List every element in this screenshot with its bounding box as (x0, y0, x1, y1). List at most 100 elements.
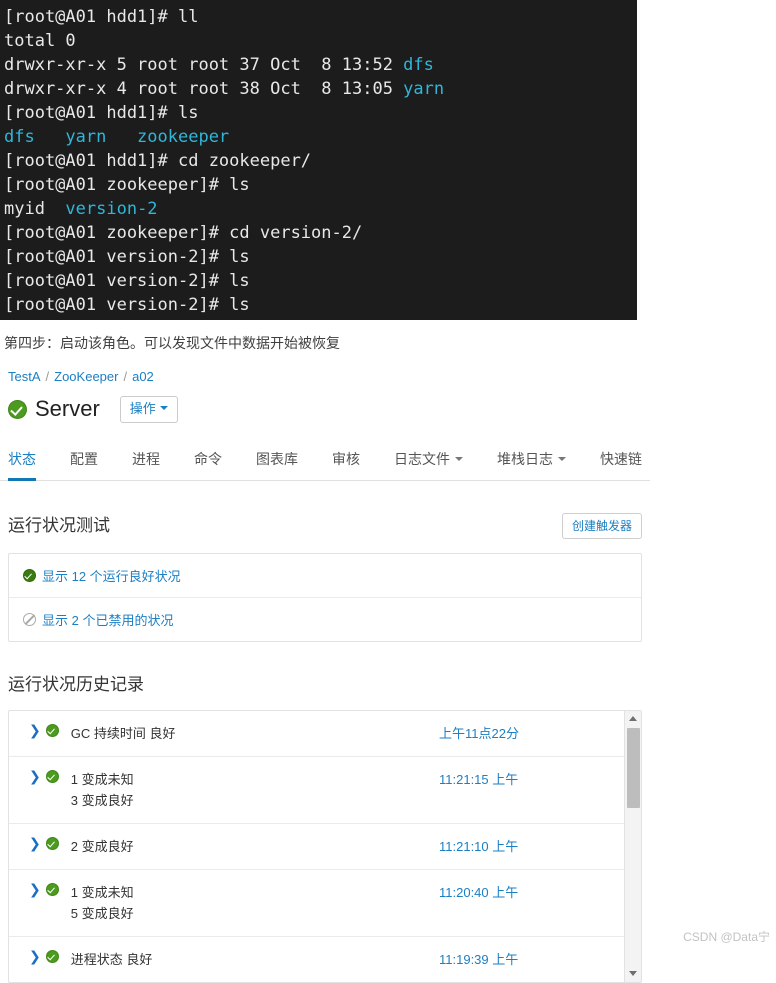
history-event-text: 2 变成良好 (71, 836, 439, 857)
tab-审核[interactable]: 审核 (332, 443, 360, 481)
tab-label: 状态 (8, 451, 36, 467)
history-event-text: 1 变成未知 5 变成良好 (71, 882, 439, 924)
terminal-line: [root@A01 zookeeper]# ls (4, 173, 637, 197)
circle-check-icon (8, 399, 27, 419)
health-history-section: 运行状况历史记录 ❯ GC 持续时间 良好 上午11点22分 ❯ 1 变成未知 3 变成良… (0, 674, 650, 983)
actions-dropdown-button[interactable]: 操作 (119, 395, 178, 423)
terminal-text: [root@A01 zookeeper]# cd version-2/ (4, 223, 363, 243)
terminal-line: drwxr-xr-x 5 root root 37 Oct 8 13:52 df… (4, 53, 637, 77)
health-tests-title: 运行状况测试 (8, 516, 110, 535)
terminal-dir-name: dfs (403, 55, 434, 75)
tab-label: 日志文件 (394, 451, 450, 467)
tab-日志文件[interactable]: 日志文件 (394, 443, 463, 481)
terminal-text: myid (4, 199, 66, 219)
history-event-line: GC 持续时间 良好 (70, 726, 176, 741)
tab-图表库[interactable]: 图表库 (256, 443, 298, 481)
history-event-line: 2 变成良好 (70, 839, 134, 854)
terminal-text: [root@A01 zookeeper]# ls (4, 175, 250, 195)
tab-label: 进程 (132, 451, 160, 467)
terminal-line: [root@A01 hdd1]# ls (4, 101, 637, 125)
tab-配置[interactable]: 配置 (70, 443, 98, 481)
health-history-list: ❯ GC 持续时间 良好 上午11点22分 ❯ 1 变成未知 3 变成良好 11:21:15… (9, 711, 624, 982)
health-tests-header: 运行状况测试 创建触发器 (8, 513, 642, 539)
scroll-up-arrow-icon[interactable] (625, 712, 641, 726)
history-row: ❯ 1 变成未知 3 变成良好 11:21:15 上午 (9, 757, 624, 824)
health-test-link[interactable]: 显示 2 个已禁用的状况 (42, 610, 173, 629)
circle-ban-icon (23, 613, 36, 626)
tab-label: 审核 (332, 451, 360, 467)
breadcrumb-item-host[interactable]: a02 (132, 369, 154, 384)
terminal-text: total 0 (4, 31, 76, 51)
terminal-text: [root@A01 version-2]# ls (4, 295, 250, 315)
page-header: Server 操作 (0, 386, 776, 426)
breadcrumb-item-cluster[interactable]: TestA (8, 369, 41, 384)
terminal-window: [root@A01 hdd1]# ll total 0 drwxr-xr-x 5 r… (0, 0, 637, 320)
tab-bar: 状态 配置 进程 命令 图表库 审核 日志文件 堆栈日志 快速链 (0, 442, 650, 481)
health-tests-panel: 显示 12 个运行良好状况 显示 2 个已禁用的状况 (8, 553, 642, 642)
expand-chevron-icon[interactable]: ❯ (29, 882, 41, 898)
history-event-text: GC 持续时间 良好 (71, 723, 439, 744)
page-title: Server (35, 396, 100, 421)
history-event-line: 3 变成良好 (70, 793, 134, 808)
terminal-line: [root@A01 hdd1]# cd zookeeper/ (4, 149, 637, 173)
history-timestamp: 上午11点22分 (439, 726, 519, 741)
expand-chevron-icon[interactable]: ❯ (29, 836, 41, 852)
history-row: ❯ 进程状态 良好 11:19:39 上午 (9, 937, 624, 982)
actions-dropdown-label: 操作 (129, 400, 156, 416)
history-timestamp: 11:20:40 上午 (439, 885, 519, 900)
terminal-text: [root@A01 version-2]# ls (4, 247, 250, 267)
circle-check-icon (45, 883, 59, 896)
circle-check-icon (45, 724, 59, 737)
terminal-dir-name: version-2 (65, 199, 158, 219)
tab-label: 命令 (194, 451, 222, 467)
health-history-title: 运行状况历史记录 (8, 675, 144, 694)
history-event-line: 1 变成未知 (70, 885, 134, 900)
terminal-line: [root@A01 version-2]# ls (4, 245, 637, 269)
history-row: ❯ 2 变成良好 11:21:10 上午 (9, 824, 624, 870)
expand-chevron-icon[interactable]: ❯ (29, 949, 41, 965)
terminal-dir-name: dfs yarn zookeeper (4, 127, 230, 147)
history-timestamp: 11:21:10 上午 (439, 839, 519, 854)
history-scrollbar[interactable] (624, 711, 641, 982)
circle-check-icon (23, 569, 36, 582)
circle-check-icon (45, 837, 59, 850)
scroll-down-arrow-icon[interactable] (625, 967, 641, 981)
chevron-down-icon (455, 457, 463, 462)
tab-快速链[interactable]: 快速链 (600, 443, 642, 481)
breadcrumb-item-service[interactable]: ZooKeeper (54, 369, 118, 384)
terminal-line: dfs yarn zookeeper (4, 125, 637, 149)
terminal-line: total 0 (4, 29, 637, 53)
cloudera-manager-page: TestA / ZooKeeper / a02 Server 操作 状态 配置 进程 命令 图表… (0, 368, 776, 983)
chevron-down-icon (558, 457, 566, 462)
step-caption: 第四步：启动该角色。可以发现文件中数据开始被恢复 (4, 335, 340, 351)
terminal-line: [root@A01 zookeeper]# cd version-2/ (4, 221, 637, 245)
tab-状态[interactable]: 状态 (8, 443, 36, 481)
history-timestamp: 11:19:39 上午 (439, 952, 519, 967)
create-trigger-button[interactable]: 创建触发器 (561, 513, 642, 539)
tab-进程[interactable]: 进程 (132, 443, 160, 481)
terminal-line: myid version-2 (4, 197, 637, 221)
terminal-line: [root@A01 version-2]# ls (4, 293, 637, 317)
circle-check-icon (45, 770, 59, 783)
health-tests-section: 运行状况测试 创建触发器 显示 12 个运行良好状况 显示 2 个已禁用的状况 (0, 513, 650, 642)
terminal-output: [root@A01 hdd1]# ll total 0 drwxr-xr-x 5 r… (4, 5, 637, 317)
terminal-dir-name: yarn (403, 79, 445, 99)
tab-堆栈日志[interactable]: 堆栈日志 (497, 443, 566, 481)
history-event-text: 1 变成未知 3 变成良好 (71, 769, 439, 811)
health-test-row: 显示 12 个运行良好状况 (9, 554, 641, 598)
tab-命令[interactable]: 命令 (194, 443, 222, 481)
terminal-text: drwxr-xr-x 4 root root 38 Oct 8 13:05 (4, 79, 404, 99)
expand-chevron-icon[interactable]: ❯ (29, 723, 41, 739)
expand-chevron-icon[interactable]: ❯ (29, 769, 41, 785)
history-timestamp: 11:21:15 上午 (439, 772, 519, 787)
tab-label: 堆栈日志 (497, 451, 553, 467)
chevron-down-icon (159, 406, 168, 411)
circle-check-icon (45, 950, 59, 963)
scrollbar-thumb[interactable] (627, 728, 640, 808)
health-test-link[interactable]: 显示 12 个运行良好状况 (42, 566, 181, 585)
terminal-line: [root@A01 version-2]# ls (4, 269, 637, 293)
terminal-text: [root@A01 hdd1]# ll (4, 7, 199, 27)
health-test-row: 显示 2 个已禁用的状况 (9, 598, 641, 641)
history-event-line: 5 变成良好 (70, 906, 134, 921)
breadcrumb: TestA / ZooKeeper / a02 (0, 368, 776, 386)
